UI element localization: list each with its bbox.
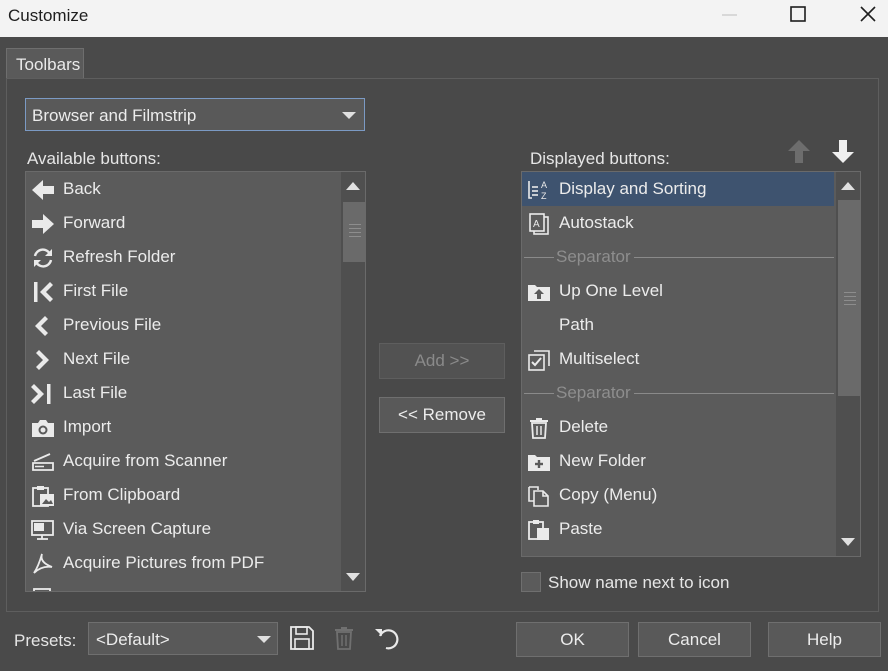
move-down-button[interactable] bbox=[830, 138, 856, 166]
list-item[interactable]: Back bbox=[26, 172, 342, 206]
back-arrow-icon bbox=[32, 180, 54, 200]
close-button[interactable] bbox=[844, 0, 888, 30]
autostack-icon: A bbox=[529, 213, 549, 235]
available-scrollbar[interactable] bbox=[341, 172, 365, 591]
remove-button[interactable]: << Remove bbox=[379, 397, 505, 433]
list-item[interactable]: First File bbox=[26, 274, 342, 308]
svg-text:Z: Z bbox=[541, 191, 547, 201]
refresh-icon bbox=[33, 248, 53, 268]
list-item[interactable]: From Clipboard bbox=[26, 478, 342, 512]
arrow-down-icon bbox=[832, 140, 854, 163]
presets-select-value: <Default> bbox=[96, 630, 170, 649]
title-bar: Customize bbox=[0, 0, 888, 37]
reset-preset-button[interactable] bbox=[372, 624, 400, 652]
toolbar-select-value: Browser and Filmstrip bbox=[32, 106, 197, 125]
list-item[interactable]: Next File bbox=[26, 342, 342, 376]
list-item[interactable]: Via Screen Capture bbox=[26, 512, 342, 546]
show-name-checkbox[interactable] bbox=[521, 572, 541, 592]
separator-item[interactable]: Separator bbox=[522, 240, 834, 274]
maximize-icon bbox=[790, 6, 806, 22]
list-item[interactable]: Forward bbox=[26, 206, 342, 240]
scroll-thumb[interactable] bbox=[343, 202, 365, 262]
camera-icon bbox=[32, 420, 54, 437]
list-item[interactable]: New Folder bbox=[522, 444, 834, 478]
window-title: Customize bbox=[8, 6, 89, 25]
next-file-icon bbox=[36, 350, 49, 370]
list-item-selected[interactable]: AZ Display and Sorting bbox=[522, 172, 834, 206]
multiselect-icon bbox=[528, 350, 550, 371]
minimize-icon bbox=[722, 14, 737, 16]
cancel-button[interactable]: Cancel bbox=[638, 622, 751, 657]
list-item[interactable]: Last File bbox=[26, 376, 342, 410]
toolbar-select[interactable]: Browser and Filmstrip bbox=[25, 98, 365, 131]
pdf-icon bbox=[33, 553, 53, 574]
svg-text:A: A bbox=[533, 219, 540, 230]
displayed-scrollbar[interactable] bbox=[836, 172, 860, 556]
clipboard-image-icon bbox=[32, 486, 54, 507]
trash-icon bbox=[335, 627, 353, 650]
chevron-down-icon bbox=[257, 636, 271, 643]
available-buttons-list[interactable]: Back Forward Refresh Folder First File P… bbox=[25, 171, 366, 592]
displayed-buttons-list[interactable]: AZ Display and Sorting A Autostack Separ… bbox=[521, 171, 861, 557]
folder-up-icon bbox=[528, 285, 550, 301]
help-button[interactable]: Help bbox=[768, 622, 881, 657]
paste-icon bbox=[528, 520, 549, 540]
arrow-up-icon bbox=[788, 140, 810, 163]
last-file-icon bbox=[31, 384, 51, 404]
list-item[interactable]: Copy (Menu) bbox=[522, 478, 834, 512]
presets-label: Presets: bbox=[14, 631, 77, 650]
scroll-thumb[interactable] bbox=[838, 200, 860, 396]
list-item[interactable]: Multiselect bbox=[522, 342, 834, 376]
save-icon bbox=[290, 626, 314, 650]
presets-select[interactable]: <Default> bbox=[88, 622, 278, 655]
copy-icon bbox=[528, 486, 549, 507]
first-file-icon bbox=[34, 282, 53, 302]
minimize-button[interactable] bbox=[706, 0, 752, 30]
scroll-up-icon[interactable] bbox=[346, 182, 360, 190]
tab-toolbars[interactable]: Toolbars bbox=[6, 48, 84, 79]
list-item[interactable]: Previous File bbox=[26, 308, 342, 342]
list-item-partial[interactable] bbox=[26, 580, 342, 591]
ok-button[interactable]: OK bbox=[516, 622, 629, 657]
show-name-label: Show name next to icon bbox=[548, 573, 730, 592]
list-item[interactable]: Paste bbox=[522, 512, 834, 546]
scroll-down-icon[interactable] bbox=[841, 538, 855, 546]
list-item[interactable]: Path bbox=[522, 308, 834, 342]
move-up-button[interactable] bbox=[786, 138, 812, 166]
add-button[interactable]: Add >> bbox=[379, 343, 505, 379]
trash-icon bbox=[530, 418, 548, 439]
new-folder-icon bbox=[528, 455, 550, 471]
separator-item[interactable]: Separator bbox=[522, 376, 834, 410]
monitor-icon bbox=[31, 520, 54, 540]
delete-preset-button[interactable] bbox=[330, 624, 358, 652]
save-preset-button[interactable] bbox=[288, 624, 316, 652]
list-item[interactable]: Refresh Folder bbox=[26, 240, 342, 274]
chevron-down-icon bbox=[342, 112, 356, 119]
displayed-buttons-label: Displayed buttons: bbox=[530, 149, 670, 168]
maximize-button[interactable] bbox=[774, 0, 820, 30]
scanner-icon bbox=[32, 453, 54, 471]
list-item[interactable]: Import bbox=[26, 410, 342, 444]
forward-arrow-icon bbox=[32, 214, 54, 234]
close-icon bbox=[860, 6, 876, 22]
list-item[interactable]: Acquire from Scanner bbox=[26, 444, 342, 478]
previous-file-icon bbox=[35, 316, 48, 336]
sort-az-icon: AZ bbox=[528, 180, 547, 201]
available-buttons-label: Available buttons: bbox=[27, 149, 161, 168]
scroll-up-icon[interactable] bbox=[841, 182, 855, 190]
undo-icon bbox=[375, 629, 399, 650]
list-item[interactable]: Up One Level bbox=[522, 274, 834, 308]
list-item[interactable]: Delete bbox=[522, 410, 834, 444]
svg-text:A: A bbox=[541, 180, 547, 190]
list-item[interactable]: Acquire Pictures from PDF bbox=[26, 546, 342, 580]
scroll-down-icon[interactable] bbox=[346, 573, 360, 581]
file-icon bbox=[33, 588, 51, 591]
list-item[interactable]: A Autostack bbox=[522, 206, 834, 240]
